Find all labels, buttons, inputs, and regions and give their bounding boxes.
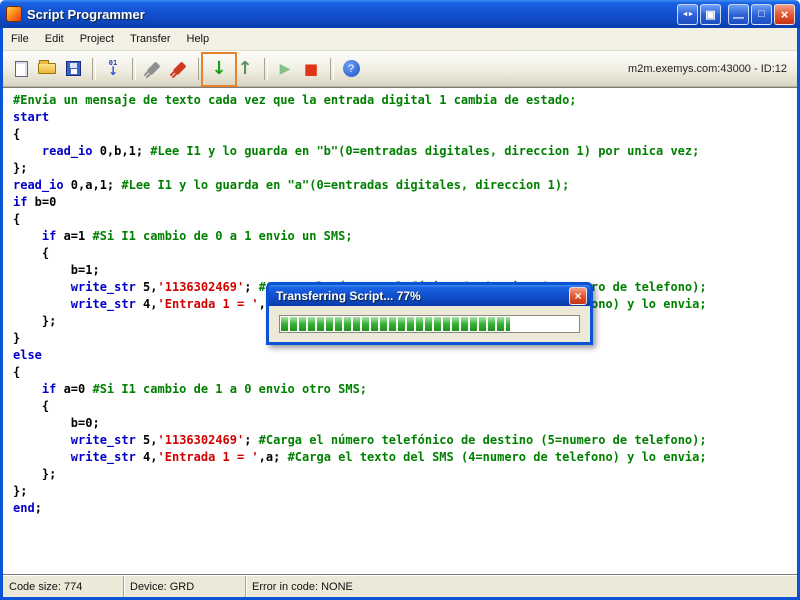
app-window: Script Programmer ◄► ▣ — □ × FileEditPro… bbox=[0, 0, 800, 600]
code-line: { bbox=[13, 245, 797, 262]
help-button[interactable]: ? bbox=[339, 57, 363, 81]
run-icon: ▶ bbox=[280, 61, 291, 77]
io-monitor-icon: 01 ↓ bbox=[108, 60, 118, 77]
connect-button[interactable] bbox=[141, 57, 165, 81]
code-line: end; bbox=[13, 500, 797, 517]
status-device: Device: GRD bbox=[123, 576, 245, 597]
code-line: { bbox=[13, 126, 797, 143]
shade-button[interactable]: ▣ bbox=[700, 4, 721, 25]
menu-item-transfer[interactable]: Transfer bbox=[122, 30, 179, 48]
close-icon: × bbox=[781, 7, 789, 22]
toolbar-separator bbox=[92, 58, 96, 80]
connection-status: m2m.exemys.com:43000 - ID:12 bbox=[628, 63, 791, 75]
code-line: }; bbox=[13, 466, 797, 483]
upload-script-button[interactable]: ↑ bbox=[233, 57, 257, 81]
code-line: { bbox=[13, 398, 797, 415]
close-icon: × bbox=[574, 289, 581, 303]
menu-item-help[interactable]: Help bbox=[179, 30, 218, 48]
io-monitor-button[interactable]: 01 ↓ bbox=[101, 57, 125, 81]
code-line: if b=0 bbox=[13, 194, 797, 211]
save-button[interactable] bbox=[61, 57, 85, 81]
menu-item-file[interactable]: File bbox=[3, 30, 37, 48]
menu-bar: FileEditProjectTransferHelp bbox=[3, 28, 797, 51]
window-title: Script Programmer bbox=[27, 7, 675, 22]
progress-bar bbox=[279, 315, 580, 333]
app-icon bbox=[6, 6, 22, 22]
transfer-dialog: Transferring Script... 77% × bbox=[266, 282, 593, 345]
code-line: start bbox=[13, 109, 797, 126]
code-line: read_io 0,b,1; #Lee I1 y lo guarda en "b… bbox=[13, 143, 797, 160]
disconnect-button[interactable] bbox=[167, 57, 191, 81]
code-line: }; bbox=[13, 160, 797, 177]
transfer-dialog-title: Transferring Script... 77% bbox=[276, 289, 569, 303]
open-file-button[interactable] bbox=[35, 57, 59, 81]
annotation-highlight-box bbox=[201, 52, 237, 87]
help-icon: ? bbox=[343, 60, 360, 77]
toolbar-separator bbox=[264, 58, 268, 80]
open-folder-icon bbox=[38, 63, 56, 74]
minimize-icon: — bbox=[733, 12, 744, 24]
toolbar-separator bbox=[330, 58, 334, 80]
code-line: }; bbox=[13, 483, 797, 500]
status-error: Error in code: NONE bbox=[245, 576, 797, 597]
transfer-dialog-titlebar[interactable]: Transferring Script... 77% × bbox=[269, 285, 590, 306]
new-file-button[interactable] bbox=[9, 57, 33, 81]
code-line: b=0; bbox=[13, 415, 797, 432]
code-line: if a=0 #Si I1 cambio de 1 a 0 envio otro… bbox=[13, 381, 797, 398]
close-button[interactable]: × bbox=[774, 4, 795, 25]
dock-button[interactable]: ◄► bbox=[677, 4, 698, 25]
shade-icon: ▣ bbox=[705, 8, 715, 21]
code-line: { bbox=[13, 211, 797, 228]
maximize-icon: □ bbox=[758, 8, 765, 20]
maximize-button[interactable]: □ bbox=[751, 4, 772, 25]
code-line: if a=1 #Si I1 cambio de 0 a 1 envio un S… bbox=[13, 228, 797, 245]
status-bar: Code size: 774 Device: GRD Error in code… bbox=[3, 575, 797, 597]
minimize-button[interactable]: — bbox=[728, 4, 749, 25]
code-line: b=1; bbox=[13, 262, 797, 279]
menu-item-edit[interactable]: Edit bbox=[37, 30, 72, 48]
stop-button[interactable]: ■ bbox=[299, 57, 323, 81]
transfer-dialog-close-button[interactable]: × bbox=[569, 287, 587, 305]
connect-plug-icon bbox=[146, 61, 160, 75]
download-script-button[interactable]: ↓ bbox=[207, 57, 231, 81]
code-line: read_io 0,a,1; #Lee I1 y lo guarda en "a… bbox=[13, 177, 797, 194]
upload-arrow-icon: ↑ bbox=[237, 60, 252, 78]
code-line: else bbox=[13, 347, 797, 364]
transfer-dialog-body bbox=[269, 306, 590, 342]
code-line: write_str 5,'1136302469'; #Carga el núme… bbox=[13, 432, 797, 449]
disconnect-plug-icon bbox=[172, 61, 186, 75]
toolbar-separator bbox=[132, 58, 136, 80]
code-line: #Envia un mensaje de texto cada vez que … bbox=[13, 92, 797, 109]
progress-fill bbox=[281, 317, 510, 331]
menu-item-project[interactable]: Project bbox=[72, 30, 122, 48]
dock-icon: ◄► bbox=[682, 11, 694, 18]
new-file-icon bbox=[15, 61, 28, 77]
run-button[interactable]: ▶ bbox=[273, 57, 297, 81]
save-icon bbox=[66, 61, 81, 76]
toolbar: 01 ↓ ↓ ↑ ▶ ■ ? m2m.exemys.com:43000 - ID… bbox=[3, 51, 797, 87]
code-line: write_str 4,'Entrada 1 = ',a; #Carga el … bbox=[13, 449, 797, 466]
stop-icon: ■ bbox=[304, 60, 318, 78]
code-line: { bbox=[13, 364, 797, 381]
status-code-size: Code size: 774 bbox=[3, 576, 123, 597]
title-bar[interactable]: Script Programmer ◄► ▣ — □ × bbox=[0, 0, 800, 28]
